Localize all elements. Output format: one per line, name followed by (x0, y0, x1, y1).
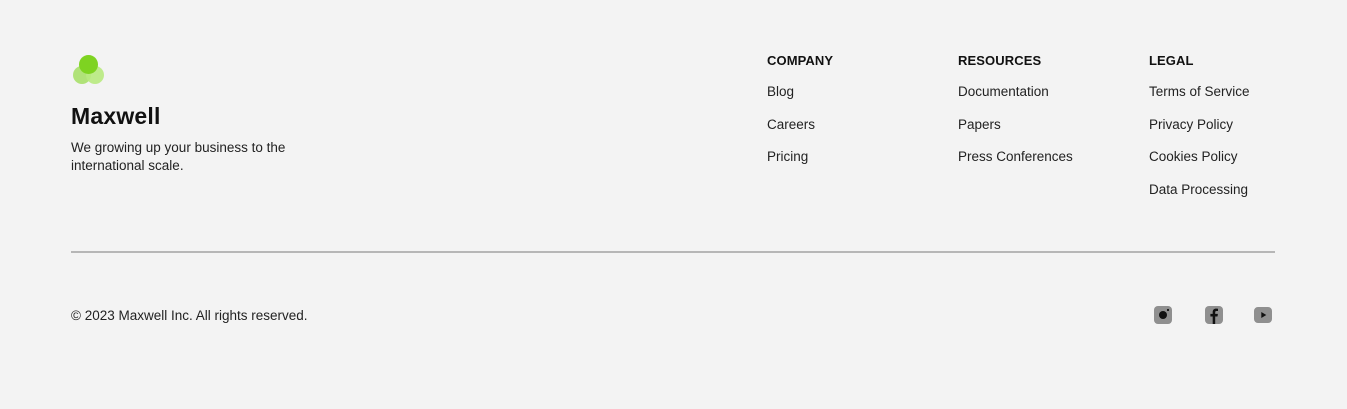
footer-link-careers[interactable]: Careers (767, 116, 833, 149)
footer-column-legal: LEGAL Terms of Service Privacy Policy Co… (1149, 53, 1250, 213)
footer-link-papers[interactable]: Papers (958, 116, 1073, 149)
footer-link-documentation[interactable]: Documentation (958, 83, 1073, 116)
brand-block: Maxwell We growing up your business to t… (71, 55, 331, 175)
brand-tagline: We growing up your business to the inter… (71, 140, 286, 173)
column-heading-company: COMPANY (767, 53, 834, 68)
instagram-icon[interactable] (1152, 304, 1174, 331)
column-heading-legal: LEGAL (1149, 53, 1194, 68)
footer-link-cookies-policy[interactable]: Cookies Policy (1149, 148, 1250, 181)
footer-column-resources: RESOURCES Documentation Papers Press Con… (958, 53, 1073, 181)
footer-link-privacy-policy[interactable]: Privacy Policy (1149, 116, 1250, 149)
site-footer: Maxwell We growing up your business to t… (0, 0, 1347, 409)
footer-link-pricing[interactable]: Pricing (767, 148, 833, 181)
brand-name: Maxwell (71, 103, 161, 129)
footer-divider (71, 251, 1275, 253)
footer-link-press-conferences[interactable]: Press Conferences (958, 148, 1073, 181)
copyright-text: © 2023 Maxwell Inc. All rights reserved. (71, 308, 308, 323)
logo-icon[interactable] (71, 55, 107, 89)
footer-link-terms-of-service[interactable]: Terms of Service (1149, 83, 1250, 116)
youtube-icon[interactable] (1252, 304, 1274, 331)
footer-link-data-processing[interactable]: Data Processing (1149, 181, 1250, 214)
facebook-icon[interactable] (1203, 304, 1225, 331)
footer-column-company: COMPANY Blog Careers Pricing (767, 53, 833, 181)
column-heading-resources: RESOURCES (958, 53, 1042, 68)
footer-link-blog[interactable]: Blog (767, 83, 833, 116)
